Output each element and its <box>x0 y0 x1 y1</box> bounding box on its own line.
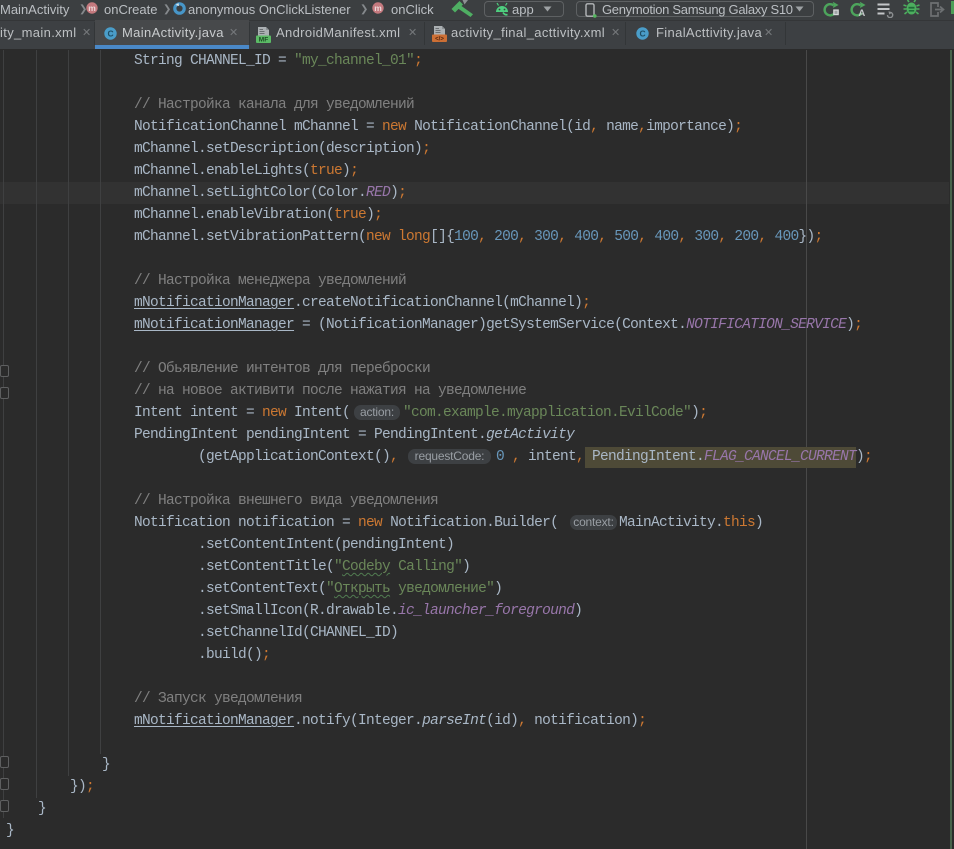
svg-text:MF: MF <box>259 37 268 43</box>
svg-text:</>: </> <box>435 36 444 42</box>
svg-text:m: m <box>88 3 96 13</box>
svg-text:C: C <box>640 29 646 39</box>
svg-text:A: A <box>858 8 865 18</box>
svg-text:C: C <box>108 29 114 39</box>
svg-text:m: m <box>374 3 382 13</box>
